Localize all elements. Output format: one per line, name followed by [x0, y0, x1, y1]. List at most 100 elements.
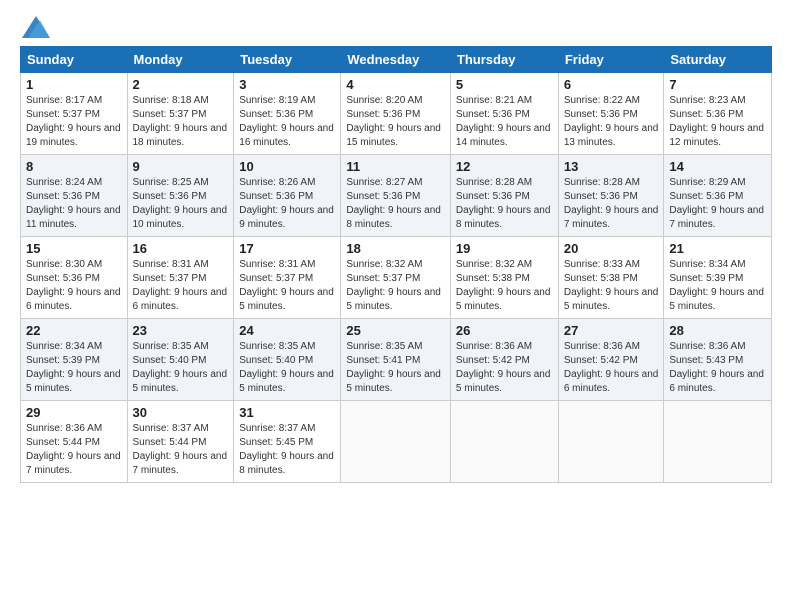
column-header-thursday: Thursday [450, 47, 558, 73]
header [20, 18, 772, 34]
calendar-cell: 12 Sunrise: 8:28 AMSunset: 5:36 PMDayligh… [450, 155, 558, 237]
calendar-cell: 23Sunrise: 8:35 AMSunset: 5:40 PMDayligh… [127, 319, 234, 401]
day-info: Sunrise: 8:26 AMSunset: 5:36 PMDaylight:… [239, 176, 335, 232]
day-number: 14 [669, 159, 766, 174]
day-info: Sunrise: 8:31 AMSunset: 5:37 PMDaylight:… [133, 258, 229, 314]
day-info: Sunrise: 8:21 AMSunset: 5:36 PMDaylight:… [456, 94, 553, 150]
day-info: Sunrise: 8:32 AMSunset: 5:38 PMDaylight:… [456, 258, 553, 314]
day-info: Sunrise: 8:17 AMSunset: 5:37 PMDaylight:… [26, 94, 122, 150]
day-number: 9 [133, 159, 229, 174]
calendar-week-4: 22 Sunrise: 8:34 AMSunset: 5:39 PMDayligh… [21, 319, 772, 401]
calendar-cell: 3 Sunrise: 8:19 AMSunset: 5:36 PMDaylight… [234, 73, 341, 155]
day-number: 21 [669, 241, 766, 256]
calendar-cell: 13 Sunrise: 8:28 AMSunset: 5:36 PMDayligh… [558, 155, 664, 237]
calendar-cell [664, 401, 772, 483]
day-number: 26 [456, 323, 553, 338]
day-info: Sunrise: 8:36 AMSunset: 5:44 PMDaylight:… [26, 422, 122, 478]
calendar-cell: 5 Sunrise: 8:21 AMSunset: 5:36 PMDaylight… [450, 73, 558, 155]
calendar-cell: 21 Sunrise: 8:34 AMSunset: 5:39 PMDayligh… [664, 237, 772, 319]
calendar-cell: 9 Sunrise: 8:25 AMSunset: 5:36 PMDaylight… [127, 155, 234, 237]
day-number: 6 [564, 77, 659, 92]
calendar-cell: 8 Sunrise: 8:24 AMSunset: 5:36 PMDaylight… [21, 155, 128, 237]
calendar-header-row: SundayMondayTuesdayWednesdayThursdayFrid… [21, 47, 772, 73]
day-info: Sunrise: 8:24 AMSunset: 5:36 PMDaylight:… [26, 176, 122, 232]
day-number: 30 [133, 405, 229, 420]
day-info: Sunrise: 8:36 AMSunset: 5:43 PMDaylight:… [669, 340, 766, 396]
day-number: 22 [26, 323, 122, 338]
calendar-cell: 20 Sunrise: 8:33 AMSunset: 5:38 PMDayligh… [558, 237, 664, 319]
calendar-cell: 25 Sunrise: 8:35 AMSunset: 5:41 PMDayligh… [341, 319, 451, 401]
day-info: Sunrise: 8:19 AMSunset: 5:36 PMDaylight:… [239, 94, 335, 150]
day-number: 25 [346, 323, 445, 338]
calendar-cell: 19Sunrise: 8:32 AMSunset: 5:38 PMDayligh… [450, 237, 558, 319]
day-number: 11 [346, 159, 445, 174]
day-number: 4 [346, 77, 445, 92]
day-info: Sunrise: 8:31 AMSunset: 5:37 PMDaylight:… [239, 258, 335, 314]
calendar-cell: 7 Sunrise: 8:23 AMSunset: 5:36 PMDaylight… [664, 73, 772, 155]
day-number: 20 [564, 241, 659, 256]
day-info: Sunrise: 8:28 AMSunset: 5:36 PMDaylight:… [456, 176, 553, 232]
day-number: 7 [669, 77, 766, 92]
column-header-saturday: Saturday [664, 47, 772, 73]
day-number: 31 [239, 405, 335, 420]
calendar-cell: 4 Sunrise: 8:20 AMSunset: 5:36 PMDaylight… [341, 73, 451, 155]
day-number: 13 [564, 159, 659, 174]
column-header-friday: Friday [558, 47, 664, 73]
day-info: Sunrise: 8:37 AMSunset: 5:45 PMDaylight:… [239, 422, 335, 478]
logo [20, 18, 50, 34]
calendar: SundayMondayTuesdayWednesdayThursdayFrid… [20, 46, 772, 483]
day-info: Sunrise: 8:28 AMSunset: 5:36 PMDaylight:… [564, 176, 659, 232]
day-info: Sunrise: 8:32 AMSunset: 5:37 PMDaylight:… [346, 258, 445, 314]
day-number: 12 [456, 159, 553, 174]
calendar-cell [558, 401, 664, 483]
calendar-cell: 14 Sunrise: 8:29 AMSunset: 5:36 PMDayligh… [664, 155, 772, 237]
calendar-cell: 27 Sunrise: 8:36 AMSunset: 5:42 PMDayligh… [558, 319, 664, 401]
calendar-cell: 31 Sunrise: 8:37 AMSunset: 5:45 PMDayligh… [234, 401, 341, 483]
day-info: Sunrise: 8:30 AMSunset: 5:36 PMDaylight:… [26, 258, 122, 314]
day-number: 10 [239, 159, 335, 174]
calendar-week-1: 1 Sunrise: 8:17 AMSunset: 5:37 PMDaylight… [21, 73, 772, 155]
calendar-cell [341, 401, 451, 483]
calendar-cell [450, 401, 558, 483]
day-number: 23 [133, 323, 229, 338]
calendar-cell: 10 Sunrise: 8:26 AMSunset: 5:36 PMDayligh… [234, 155, 341, 237]
calendar-cell: 28 Sunrise: 8:36 AMSunset: 5:43 PMDayligh… [664, 319, 772, 401]
day-number: 5 [456, 77, 553, 92]
day-info: Sunrise: 8:23 AMSunset: 5:36 PMDaylight:… [669, 94, 766, 150]
day-info: Sunrise: 8:35 AMSunset: 5:41 PMDaylight:… [346, 340, 445, 396]
day-number: 27 [564, 323, 659, 338]
day-info: Sunrise: 8:33 AMSunset: 5:38 PMDaylight:… [564, 258, 659, 314]
day-number: 2 [133, 77, 229, 92]
day-number: 8 [26, 159, 122, 174]
day-info: Sunrise: 8:22 AMSunset: 5:36 PMDaylight:… [564, 94, 659, 150]
calendar-cell: 29 Sunrise: 8:36 AMSunset: 5:44 PMDayligh… [21, 401, 128, 483]
day-info: Sunrise: 8:27 AMSunset: 5:36 PMDaylight:… [346, 176, 445, 232]
day-info: Sunrise: 8:20 AMSunset: 5:36 PMDaylight:… [346, 94, 445, 150]
column-header-monday: Monday [127, 47, 234, 73]
calendar-cell: 1 Sunrise: 8:17 AMSunset: 5:37 PMDaylight… [21, 73, 128, 155]
day-number: 3 [239, 77, 335, 92]
day-number: 29 [26, 405, 122, 420]
calendar-cell: 17Sunrise: 8:31 AMSunset: 5:37 PMDayligh… [234, 237, 341, 319]
calendar-week-2: 8 Sunrise: 8:24 AMSunset: 5:36 PMDaylight… [21, 155, 772, 237]
calendar-week-5: 29 Sunrise: 8:36 AMSunset: 5:44 PMDayligh… [21, 401, 772, 483]
day-number: 28 [669, 323, 766, 338]
day-number: 1 [26, 77, 122, 92]
page: SundayMondayTuesdayWednesdayThursdayFrid… [0, 0, 792, 493]
calendar-cell: 22 Sunrise: 8:34 AMSunset: 5:39 PMDayligh… [21, 319, 128, 401]
calendar-cell: 30Sunrise: 8:37 AMSunset: 5:44 PMDayligh… [127, 401, 234, 483]
day-info: Sunrise: 8:29 AMSunset: 5:36 PMDaylight:… [669, 176, 766, 232]
day-number: 18 [346, 241, 445, 256]
day-info: Sunrise: 8:25 AMSunset: 5:36 PMDaylight:… [133, 176, 229, 232]
day-number: 16 [133, 241, 229, 256]
calendar-cell: 2Sunrise: 8:18 AMSunset: 5:37 PMDaylight… [127, 73, 234, 155]
calendar-cell: 11 Sunrise: 8:27 AMSunset: 5:36 PMDayligh… [341, 155, 451, 237]
day-info: Sunrise: 8:34 AMSunset: 5:39 PMDaylight:… [26, 340, 122, 396]
calendar-cell: 26Sunrise: 8:36 AMSunset: 5:42 PMDayligh… [450, 319, 558, 401]
column-header-tuesday: Tuesday [234, 47, 341, 73]
day-info: Sunrise: 8:35 AMSunset: 5:40 PMDaylight:… [239, 340, 335, 396]
calendar-cell: 15Sunrise: 8:30 AMSunset: 5:36 PMDayligh… [21, 237, 128, 319]
day-info: Sunrise: 8:36 AMSunset: 5:42 PMDaylight:… [564, 340, 659, 396]
day-info: Sunrise: 8:34 AMSunset: 5:39 PMDaylight:… [669, 258, 766, 314]
day-number: 24 [239, 323, 335, 338]
